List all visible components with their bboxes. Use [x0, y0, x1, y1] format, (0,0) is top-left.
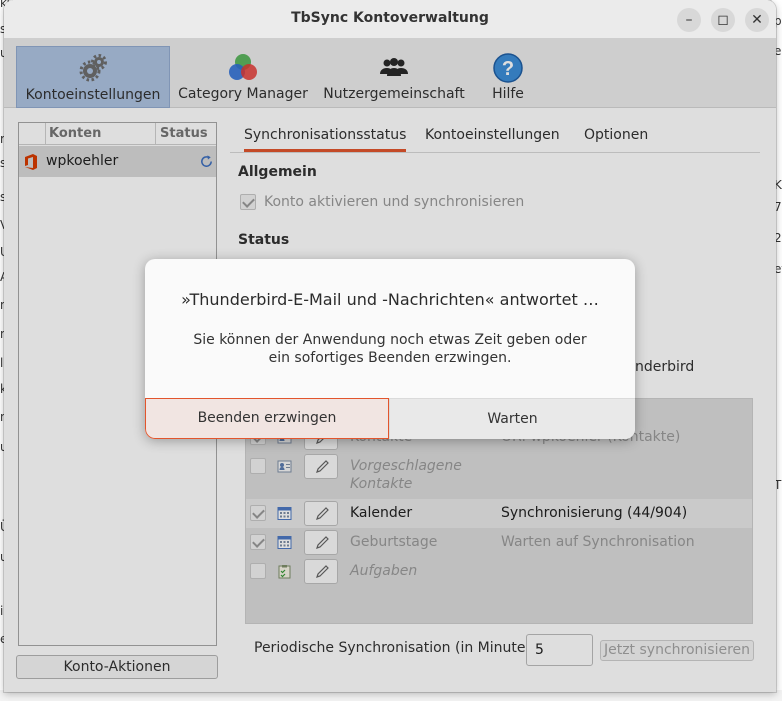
title-bar[interactable]: TbSync Kontoverwaltung – ◻ ✕ — [4, 0, 776, 38]
maximize-button[interactable]: ◻ — [711, 8, 735, 32]
wait-button[interactable]: Warten — [389, 398, 635, 439]
dialog-message: Sie können der Anwendung noch etwas Zeit… — [193, 332, 587, 366]
close-button[interactable]: ✕ — [745, 8, 769, 32]
window-title: TbSync Kontoverwaltung — [291, 10, 489, 26]
app-not-responding-dialog: »Thunderbird-E-Mail und -Nachrichten« an… — [145, 259, 635, 439]
force-quit-button[interactable]: Beenden erzwingen — [145, 398, 389, 439]
dialog-title: »Thunderbird-E-Mail und -Nachrichten« an… — [181, 290, 599, 309]
minimize-button[interactable]: – — [677, 8, 701, 32]
